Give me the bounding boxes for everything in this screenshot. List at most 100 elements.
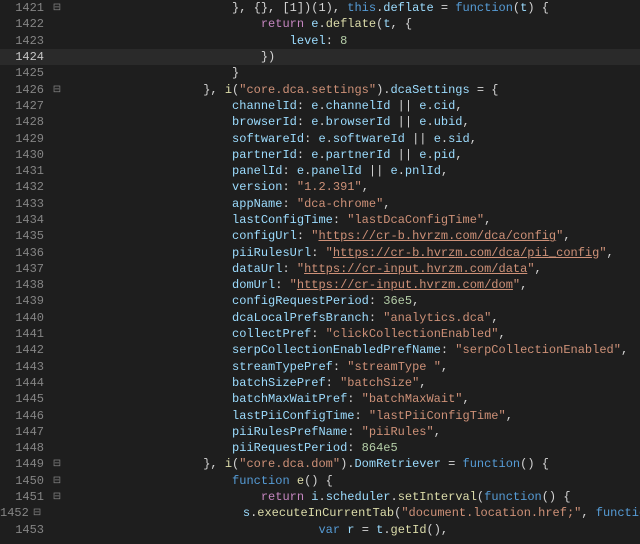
code-content[interactable]: return i.scheduler.setInterval(function(…: [88, 490, 640, 504]
line-number: 1427: [0, 99, 48, 113]
code-line[interactable]: 1452⊟ s.executeInCurrentTab("document.lo…: [0, 505, 640, 521]
code-line[interactable]: 1431 panelId: e.panelId || e.pnlId,: [0, 163, 640, 179]
code-content[interactable]: var r = t.getId(),: [88, 523, 640, 537]
line-number: 1437: [0, 262, 48, 276]
code-line[interactable]: 1450⊟ function e() {: [0, 473, 640, 489]
line-number: 1441: [0, 327, 48, 341]
code-line[interactable]: 1445 batchMaxWaitPref: "batchMaxWait",: [0, 391, 640, 407]
code-line[interactable]: 1441 collectPref: "clickCollectionEnable…: [0, 326, 640, 342]
code-line[interactable]: 1444 batchSizePref: "batchSize",: [0, 375, 640, 391]
code-content[interactable]: channelId: e.channelId || e.cid,: [88, 99, 640, 113]
code-line[interactable]: 1453 var r = t.getId(),: [0, 522, 640, 538]
code-line[interactable]: 1435 configUrl: "https://cr-b.hvrzm.com/…: [0, 228, 640, 244]
line-number: 1431: [0, 164, 48, 178]
line-number: 1421: [0, 1, 48, 15]
code-content[interactable]: batchMaxWaitPref: "batchMaxWait",: [88, 392, 640, 406]
fold-toggle-icon[interactable]: ⊟: [33, 507, 41, 519]
code-content[interactable]: streamTypePref: "streamType ",: [88, 360, 640, 374]
code-line[interactable]: 1432 version: "1.2.391",: [0, 179, 640, 195]
code-content[interactable]: collectPref: "clickCollectionEnabled",: [88, 327, 640, 341]
line-number: 1440: [0, 311, 48, 325]
code-line[interactable]: 1448 piiRequestPeriod: 864e5: [0, 440, 640, 456]
code-content[interactable]: level: 8: [88, 34, 640, 48]
code-line[interactable]: 1451⊟ return i.scheduler.setInterval(fun…: [0, 489, 640, 505]
code-editor[interactable]: 1421⊟ }, {}, [1])(1), this.deflate = fun…: [0, 0, 640, 544]
line-number: 1432: [0, 180, 48, 194]
code-line[interactable]: 1425 }: [0, 65, 640, 81]
code-content[interactable]: partnerId: e.partnerId || e.pid,: [88, 148, 640, 162]
code-content[interactable]: piiRequestPeriod: 864e5: [88, 441, 640, 455]
code-content[interactable]: piiRulesUrl: "https://cr-b.hvrzm.com/dca…: [88, 246, 640, 260]
code-line[interactable]: 1428 browserId: e.browserId || e.ubid,: [0, 114, 640, 130]
code-content[interactable]: lastPiiConfigTime: "lastPiiConfigTime",: [88, 409, 640, 423]
fold-toggle-icon[interactable]: ⊟: [48, 2, 66, 14]
code-content[interactable]: }: [88, 66, 640, 80]
code-line[interactable]: 1443 streamTypePref: "streamType ",: [0, 359, 640, 375]
code-line[interactable]: 1424 }): [0, 49, 640, 65]
line-number: 1447: [0, 425, 48, 439]
line-number: 1425: [0, 66, 48, 80]
line-number: 1444: [0, 376, 48, 390]
code-content[interactable]: }, i("core.dca.dom").DomRetriever = func…: [88, 457, 640, 471]
fold-toggle-icon[interactable]: ⊟: [48, 458, 66, 470]
code-line[interactable]: 1438 domUrl: "https://cr-input.hvrzm.com…: [0, 277, 640, 293]
line-number: 1426: [0, 83, 48, 97]
code-content[interactable]: lastConfigTime: "lastDcaConfigTime",: [88, 213, 640, 227]
code-line[interactable]: 1439 configRequestPeriod: 36e5,: [0, 293, 640, 309]
code-line[interactable]: 1422 return e.deflate(t, {: [0, 16, 640, 32]
line-number: 1439: [0, 294, 48, 308]
code-line[interactable]: 1446 lastPiiConfigTime: "lastPiiConfigTi…: [0, 407, 640, 423]
code-content[interactable]: browserId: e.browserId || e.ubid,: [88, 115, 640, 129]
line-number: 1451: [0, 490, 48, 504]
code-line[interactable]: 1429 softwareId: e.softwareId || e.sid,: [0, 130, 640, 146]
line-number: 1449: [0, 457, 48, 471]
code-content[interactable]: dataUrl: "https://cr-input.hvrzm.com/dat…: [88, 262, 640, 276]
line-number: 1453: [0, 523, 48, 537]
line-number: 1424: [0, 50, 48, 64]
code-content[interactable]: panelId: e.panelId || e.pnlId,: [88, 164, 640, 178]
code-content[interactable]: configRequestPeriod: 36e5,: [88, 294, 640, 308]
code-line[interactable]: 1434 lastConfigTime: "lastDcaConfigTime"…: [0, 212, 640, 228]
code-content[interactable]: batchSizePref: "batchSize",: [88, 376, 640, 390]
code-line[interactable]: 1442 serpCollectionEnabledPrefName: "ser…: [0, 342, 640, 358]
code-content[interactable]: }, {}, [1])(1), this.deflate = function(…: [88, 1, 640, 15]
code-content[interactable]: return e.deflate(t, {: [88, 17, 640, 31]
code-content[interactable]: appName: "dca-chrome",: [88, 197, 640, 211]
code-line[interactable]: 1421⊟ }, {}, [1])(1), this.deflate = fun…: [0, 0, 640, 16]
line-number: 1428: [0, 115, 48, 129]
code-line[interactable]: 1436 piiRulesUrl: "https://cr-b.hvrzm.co…: [0, 244, 640, 260]
code-line[interactable]: 1433 appName: "dca-chrome",: [0, 196, 640, 212]
code-line[interactable]: 1447 piiRulesPrefName: "piiRules",: [0, 424, 640, 440]
code-content[interactable]: version: "1.2.391",: [88, 180, 640, 194]
line-number: 1435: [0, 229, 48, 243]
line-number: 1452: [0, 506, 33, 520]
line-number: 1450: [0, 474, 48, 488]
code-line[interactable]: 1430 partnerId: e.partnerId || e.pid,: [0, 147, 640, 163]
code-content[interactable]: configUrl: "https://cr-b.hvrzm.com/dca/c…: [88, 229, 640, 243]
code-line[interactable]: 1449⊟ }, i("core.dca.dom").DomRetriever …: [0, 456, 640, 472]
code-content[interactable]: domUrl: "https://cr-input.hvrzm.com/dom"…: [88, 278, 640, 292]
code-content[interactable]: }): [88, 50, 640, 64]
code-line[interactable]: 1427 channelId: e.channelId || e.cid,: [0, 98, 640, 114]
code-content[interactable]: serpCollectionEnabledPrefName: "serpColl…: [88, 343, 640, 357]
line-number: 1429: [0, 132, 48, 146]
code-line[interactable]: 1426⊟ }, i("core.dca.settings").dcaSetti…: [0, 81, 640, 97]
code-line[interactable]: 1423 level: 8: [0, 33, 640, 49]
fold-toggle-icon[interactable]: ⊟: [48, 475, 66, 487]
code-line[interactable]: 1440 dcaLocalPrefsBranch: "analytics.dca…: [0, 310, 640, 326]
line-number: 1436: [0, 246, 48, 260]
fold-toggle-icon[interactable]: ⊟: [48, 491, 66, 503]
line-number: 1422: [0, 17, 48, 31]
fold-toggle-icon[interactable]: ⊟: [48, 84, 66, 96]
line-number: 1442: [0, 343, 48, 357]
line-number: 1443: [0, 360, 48, 374]
line-number: 1446: [0, 409, 48, 423]
code-content[interactable]: dcaLocalPrefsBranch: "analytics.dca",: [88, 311, 640, 325]
code-line[interactable]: 1437 dataUrl: "https://cr-input.hvrzm.co…: [0, 261, 640, 277]
line-number: 1433: [0, 197, 48, 211]
code-content[interactable]: softwareId: e.softwareId || e.sid,: [88, 132, 640, 146]
code-content[interactable]: }, i("core.dca.settings").dcaSettings = …: [88, 83, 640, 97]
code-content[interactable]: function e() {: [88, 474, 640, 488]
code-content[interactable]: s.executeInCurrentTab("document.location…: [41, 506, 640, 520]
code-content[interactable]: piiRulesPrefName: "piiRules",: [88, 425, 640, 439]
